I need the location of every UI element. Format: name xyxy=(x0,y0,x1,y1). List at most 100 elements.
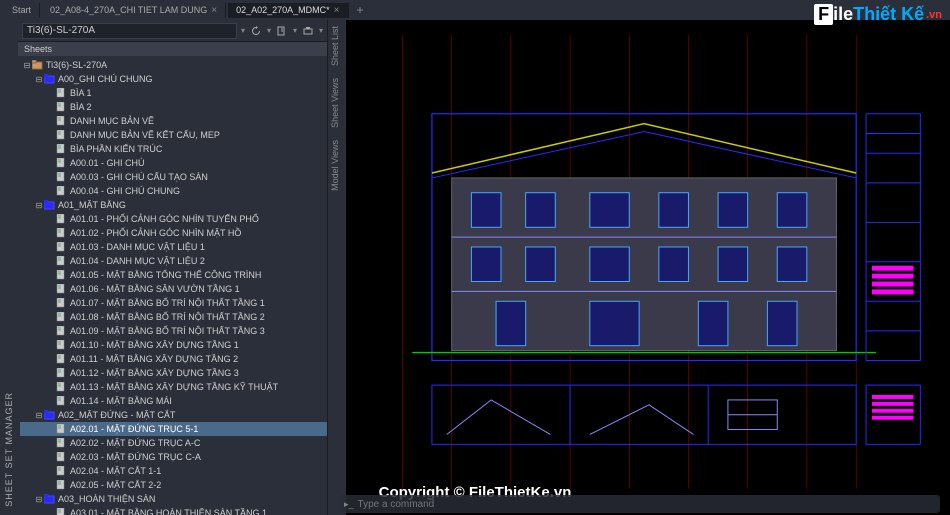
expand-icon[interactable]: ⊟ xyxy=(22,60,32,70)
tree-sheet[interactable]: A01.07 - MẶT BẰNG BỐ TRÍ NỘI THẤT TẦNG 1 xyxy=(20,296,327,310)
tree-sheet[interactable]: A02.04 - MẶT CẮT 1-1 xyxy=(20,464,327,478)
tree-sheet[interactable]: A00.04 - GHI CHÚ CHUNG xyxy=(20,184,327,198)
expand-icon[interactable] xyxy=(46,116,56,126)
expand-icon[interactable] xyxy=(46,452,56,462)
tree-sheet[interactable]: A02.03 - MẶT ĐỨNG TRỤC C-A xyxy=(20,450,327,464)
tree-item-label: A02.03 - MẶT ĐỨNG TRỤC C-A xyxy=(70,452,201,462)
new-tab-button[interactable]: + xyxy=(351,3,370,17)
expand-icon[interactable] xyxy=(46,102,56,112)
expand-icon[interactable] xyxy=(46,284,56,294)
tree-item-label: A00_GHI CHÚ CHUNG xyxy=(58,74,153,84)
tree-item-label: Ti3(6)-SL-270A xyxy=(46,60,107,70)
tree-sheet[interactable]: A01.09 - MẶT BẰNG BỐ TRÍ NỘI THẤT TẦNG 3 xyxy=(20,324,327,338)
tab-start[interactable]: Start xyxy=(4,3,40,17)
tree-sheet[interactable]: A02.02 - MẶT ĐỨNG TRỤC A-C xyxy=(20,436,327,450)
tree-sheet[interactable]: A03.01 - MẶT BẰNG HOÀN THIỆN SÀN TẦNG 1 xyxy=(20,506,327,515)
tree-sheet[interactable]: A01.10 - MẶT BẰNG XÂY DỰNG TẦNG 1 xyxy=(20,338,327,352)
chevron-down-icon[interactable]: ▾ xyxy=(267,26,271,35)
expand-icon[interactable] xyxy=(46,508,56,515)
tree-sheet[interactable]: DANH MỤC BẢN VẼ KẾT CẤU, MEP xyxy=(20,128,327,142)
expand-icon[interactable]: ⊟ xyxy=(34,74,44,84)
chevron-down-icon[interactable]: ▾ xyxy=(241,26,245,35)
tree-sheet[interactable]: A01.11 - MẶT BẰNG XÂY DỰNG TẦNG 2 xyxy=(20,352,327,366)
tree-group[interactable]: ⊟ A01_MẶT BẰNG xyxy=(20,198,327,212)
sheet-icon xyxy=(56,242,68,252)
expand-icon[interactable]: ⊟ xyxy=(34,200,44,210)
chevron-down-icon[interactable]: ▾ xyxy=(319,26,323,35)
tree-item-label: A01.04 - DANH MỤC VẬT LIỆU 2 xyxy=(70,256,205,266)
tree-sheet[interactable]: A01.01 - PHỐI CẢNH GÓC NHÌN TUYẾN PHỐ xyxy=(20,212,327,226)
expand-icon[interactable] xyxy=(46,270,56,280)
tree-sheet[interactable]: A00.01 - GHI CHÚ xyxy=(20,156,327,170)
expand-icon[interactable] xyxy=(46,340,56,350)
expand-icon[interactable] xyxy=(46,326,56,336)
close-icon[interactable]: × xyxy=(211,5,217,16)
sheet-icon xyxy=(56,256,68,266)
expand-icon[interactable] xyxy=(46,298,56,308)
side-tab-model-views[interactable]: Model Views xyxy=(328,134,342,197)
expand-icon[interactable] xyxy=(46,228,56,238)
expand-icon[interactable] xyxy=(46,130,56,140)
expand-icon[interactable] xyxy=(46,480,56,490)
tree-group[interactable]: ⊟A03_HOÀN THIỆN SÀN xyxy=(20,492,327,506)
expand-icon[interactable] xyxy=(46,368,56,378)
tree-group[interactable]: ⊟A02_MẶT ĐỨNG - MẶT CẮT xyxy=(20,408,327,422)
expand-icon[interactable]: ⊟ xyxy=(34,494,44,504)
expand-icon[interactable] xyxy=(46,354,56,364)
expand-icon[interactable] xyxy=(46,466,56,476)
tree-sheet[interactable]: A01.04 - DANH MỤC VẬT LIỆU 2 xyxy=(20,254,327,268)
expand-icon[interactable] xyxy=(46,88,56,98)
sheet-tree[interactable]: ⊟Ti3(6)-SL-270A⊟A00_GHI CHÚ CHUNGBÌA 1BÌ… xyxy=(18,56,327,515)
expand-icon[interactable] xyxy=(46,382,56,392)
tree-sheet[interactable]: A01.12 - MẶT BẰNG XÂY DỰNG TẦNG 3 xyxy=(20,366,327,380)
side-tab-sheet-list[interactable]: Sheet List xyxy=(328,20,342,72)
chevron-down-icon[interactable]: ▾ xyxy=(293,26,297,35)
tab-file-1[interactable]: 02_A08-4_270A_CHI TIET LAM DUNG× xyxy=(42,3,226,18)
tree-sheet[interactable]: A02.05 - MẶT CẮT 2-2 xyxy=(20,478,327,492)
expand-icon[interactable] xyxy=(46,396,56,406)
tree-sheet[interactable]: A02.01 - MẶT ĐỨNG TRỤC 5-1 xyxy=(20,422,327,436)
tree-item-label: A00.04 - GHI CHÚ CHUNG xyxy=(70,186,180,196)
refresh-icon[interactable] xyxy=(249,24,263,38)
tree-sheet[interactable]: A01.13 - MẶT BẰNG XÂY DỰNG TẦNG KỸ THUẬT xyxy=(20,380,327,394)
tree-sheet[interactable]: A00.03 - GHI CHÚ CẤU TẠO SÀN xyxy=(20,170,327,184)
command-input[interactable] xyxy=(358,499,936,510)
side-tab-sheet-views[interactable]: Sheet Views xyxy=(328,72,342,134)
tree-sheet[interactable]: BÌA PHẦN KIẾN TRÚC xyxy=(20,142,327,156)
expand-icon[interactable] xyxy=(46,214,56,224)
document-tabs: Start 02_A08-4_270A_CHI TIET LAM DUNG× 0… xyxy=(0,0,950,20)
tab-file-2[interactable]: 02_A02_270A_MDMC*× xyxy=(228,3,348,18)
expand-icon[interactable] xyxy=(46,256,56,266)
tree-sheet[interactable]: DANH MỤC BẢN VẼ xyxy=(20,114,327,128)
drawing-canvas[interactable]: Sheet List Sheet Views Model Views xyxy=(328,20,950,515)
tree-sheet[interactable]: A01.06 - MẶT BẰNG SÂN VƯỜN TẦNG 1 xyxy=(20,282,327,296)
tree-sheet[interactable]: BÌA 1 xyxy=(20,86,327,100)
tree-sheet[interactable]: A01.08 - MẶT BẰNG BỐ TRÍ NỘI THẤT TẦNG 2 xyxy=(20,310,327,324)
tree-item-label: A01_MẶT BẰNG xyxy=(58,200,126,210)
tree-sheet[interactable]: A01.03 - DANH MỤC VẬT LIỆU 1 xyxy=(20,240,327,254)
expand-icon[interactable] xyxy=(46,172,56,182)
expand-icon[interactable] xyxy=(46,144,56,154)
expand-icon[interactable] xyxy=(46,242,56,252)
command-bar[interactable]: ▸_ xyxy=(340,495,940,513)
tree-root[interactable]: ⊟ Ti3(6)-SL-270A xyxy=(20,58,327,72)
tree-sheet[interactable]: A01.05 - MẶT BẰNG TỔNG THỂ CÔNG TRÌNH xyxy=(20,268,327,282)
publish-icon[interactable] xyxy=(301,24,315,38)
tree-sheet[interactable]: A01.02 - PHỐI CẢNH GÓC NHÌN MẶT HỒ xyxy=(20,226,327,240)
sheet-icon xyxy=(56,186,68,196)
close-icon[interactable]: × xyxy=(334,5,340,16)
tree-sheet[interactable]: A01.14 - MẶT BẰNG MÁI xyxy=(20,394,327,408)
expand-icon[interactable]: ⊟ xyxy=(34,410,44,420)
new-sheet-icon[interactable] xyxy=(275,24,289,38)
sheet-icon xyxy=(56,424,68,434)
tree-sheet[interactable]: BÌA 2 xyxy=(20,100,327,114)
tree-group[interactable]: ⊟ A00_GHI CHÚ CHUNG xyxy=(20,72,327,86)
expand-icon[interactable] xyxy=(46,424,56,434)
sheet-set-dropdown[interactable] xyxy=(22,23,237,39)
tree-item-label: DANH MỤC BẢN VẼ KẾT CẤU, MEP xyxy=(70,130,220,140)
expand-icon[interactable] xyxy=(46,312,56,322)
expand-icon[interactable] xyxy=(46,186,56,196)
expand-icon[interactable] xyxy=(46,158,56,168)
tree-item-label: A01.05 - MẶT BẰNG TỔNG THỂ CÔNG TRÌNH xyxy=(70,270,261,280)
expand-icon[interactable] xyxy=(46,438,56,448)
